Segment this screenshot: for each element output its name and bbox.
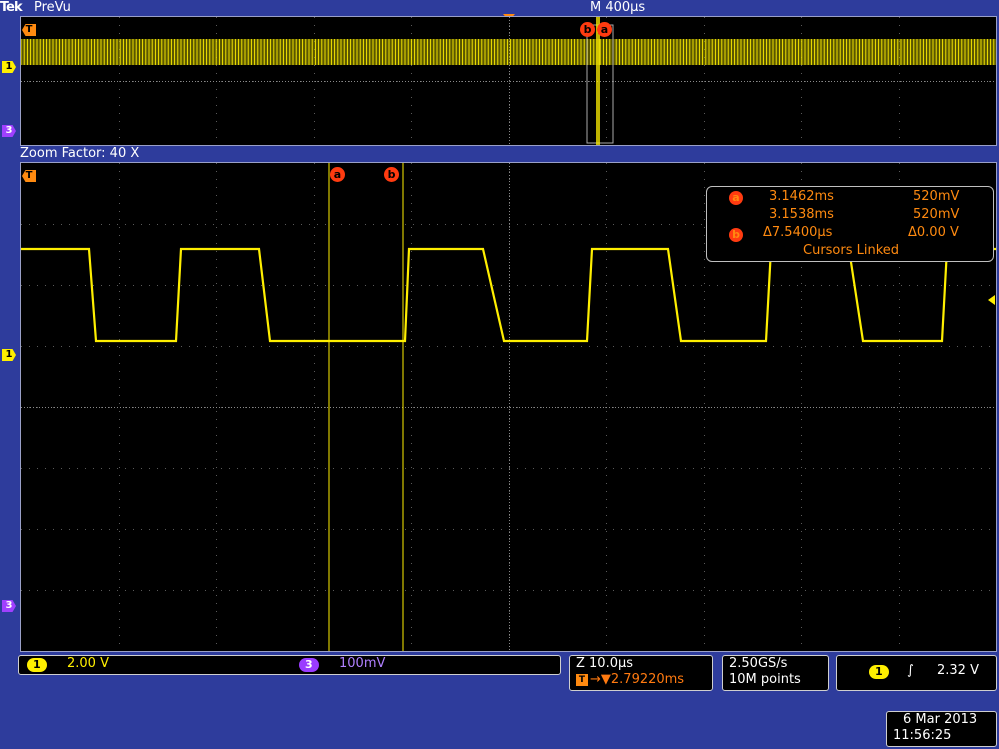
- readout-b-volt: 520mV: [913, 207, 960, 222]
- trigger-level: 2.32 V: [937, 663, 979, 678]
- zoom-scale-panel[interactable]: Z 10.0μs T →▼2.79220ms: [569, 655, 713, 691]
- ch3-badge[interactable]: 3: [299, 658, 319, 672]
- trigger-position-value: →▼2.79220ms: [590, 672, 685, 687]
- date-time-panel: 6 Mar 2013 11:56:25: [886, 711, 997, 747]
- overview-graticule: [21, 17, 994, 144]
- ch1-trace: [21, 247, 996, 343]
- sample-rate: 2.50GS/s: [729, 656, 788, 671]
- overview-ch3-marker[interactable]: 3: [2, 125, 16, 137]
- zoom-ch3-marker[interactable]: 3: [2, 600, 16, 612]
- readout-cursor-a-badge: a: [729, 191, 743, 205]
- ch1-scale[interactable]: 2.00 V: [67, 656, 109, 671]
- zoom-factor-label: Zoom Factor: 40 X: [20, 146, 140, 161]
- brand-logo: Tek: [0, 0, 23, 15]
- acquisition-panel[interactable]: 2.50GS/s 10M points: [722, 655, 829, 691]
- time: 11:56:25: [893, 728, 952, 743]
- zoom-scale: Z 10.0μs: [576, 656, 634, 671]
- readout-delta-volt: Δ0.00 V: [908, 225, 959, 240]
- overview-cursor-b-label[interactable]: b: [580, 22, 595, 37]
- timebase-readout: M 400μs: [590, 0, 646, 15]
- readout-delta-time: Δ7.5400μs: [763, 225, 833, 240]
- rising-edge-icon: ∫: [907, 663, 914, 678]
- readout-a-time: 3.1462ms: [769, 189, 834, 204]
- ch1-badge[interactable]: 1: [27, 658, 47, 672]
- trigger-channel-badge: 1: [869, 665, 889, 679]
- record-length: 10M points: [729, 672, 801, 687]
- overview-ch1-marker[interactable]: 1: [2, 61, 16, 73]
- zoom-cursor-b-label[interactable]: b: [384, 167, 399, 182]
- readout-cursor-b-badge: b: [729, 228, 743, 242]
- trigger-panel[interactable]: 1 ∫ 2.32 V: [836, 655, 997, 691]
- zoom-cursor-a-label[interactable]: a: [330, 167, 345, 182]
- readout-b-time: 3.1538ms: [769, 207, 834, 222]
- acquisition-mode: PreVu: [34, 0, 71, 15]
- overview-cursor-a-label[interactable]: a: [597, 22, 612, 37]
- overview-waveform[interactable]: [20, 16, 997, 146]
- overview-trace-svg: [21, 17, 996, 145]
- ch3-scale[interactable]: 100mV: [339, 656, 385, 671]
- cursor-readout: a 3.1462ms 520mV 3.1538ms 520mV b Δ7.540…: [706, 186, 994, 262]
- date: 6 Mar 2013: [903, 712, 978, 727]
- zoom-ch1-marker[interactable]: 1: [2, 349, 16, 361]
- trigger-level-arrow: [988, 295, 995, 305]
- channel-scale-panel[interactable]: 1 2.00 V 3 100mV: [18, 655, 561, 675]
- trigger-position-icon: T: [576, 674, 588, 686]
- readout-a-volt: 520mV: [913, 189, 960, 204]
- readout-cursors-linked: Cursors Linked: [803, 243, 900, 258]
